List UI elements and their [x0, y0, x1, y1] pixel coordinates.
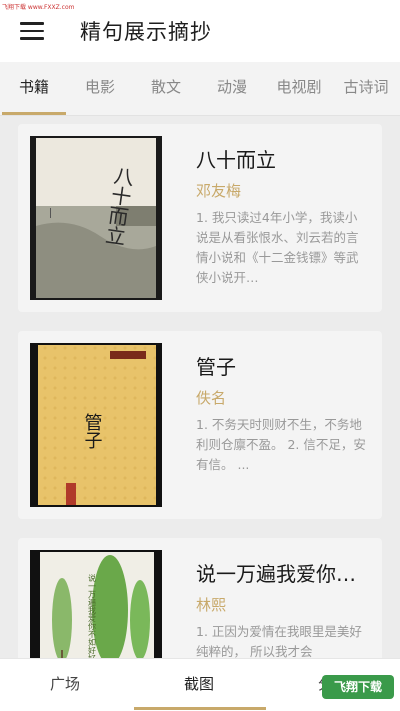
- tab-anime[interactable]: 动漫: [200, 62, 264, 116]
- book-cover-image: 管子: [30, 343, 162, 507]
- tab-movies[interactable]: 电影: [68, 62, 132, 116]
- book-author: 佚名: [196, 389, 227, 407]
- hamburger-menu-icon[interactable]: [20, 22, 44, 40]
- active-nav-indicator: [134, 707, 266, 710]
- book-card[interactable]: 管子 管子 佚名 1. 不务天时则财不生，不务地利则仓廪不盈。 2. 信不足，安…: [18, 331, 382, 519]
- category-tabs: 书籍 电影 散文 动漫 电视剧 古诗词: [0, 62, 400, 116]
- book-cover-image: 八十而立: [30, 136, 162, 300]
- watermark-logo: 飞翔下载: [322, 675, 394, 699]
- watermark-text: 飞翔下载 www.FXXZ.com: [2, 4, 75, 11]
- tab-poetry[interactable]: 古诗词: [334, 62, 398, 116]
- nav-plaza[interactable]: 广场: [50, 659, 80, 709]
- page-title: 精句展示摘抄: [80, 20, 212, 44]
- book-title: 八十而立: [196, 148, 276, 172]
- book-title: 说一万遍我爱你…: [196, 562, 356, 586]
- book-excerpt: 1. 我只读过4年小学，我读小说是从看张恨水、刘云若的言情小说和《十二金钱镖》等…: [196, 210, 359, 285]
- tab-books[interactable]: 书籍: [2, 62, 66, 116]
- book-card[interactable]: 说一万遍我爱你不如好好在 说一万遍我爱你… 林熙 1. 正因为爱情在我眼里是美好…: [18, 538, 382, 658]
- active-tab-indicator: [2, 112, 66, 115]
- nav-screenshots[interactable]: 截图: [184, 659, 214, 709]
- book-cover-image: 说一万遍我爱你不如好好在: [30, 550, 162, 658]
- book-list[interactable]: 八十而立 八十而立 邓友梅 1. 我只读过4年小学，我读小说是从看张恨水、刘云若…: [0, 116, 400, 658]
- book-author: 林熙: [196, 596, 227, 614]
- tab-essays[interactable]: 散文: [134, 62, 198, 116]
- book-card[interactable]: 八十而立 八十而立 邓友梅 1. 我只读过4年小学，我读小说是从看张恨水、刘云若…: [18, 124, 382, 312]
- book-excerpt: 1. 不务天时则财不生，不务地利则仓廪不盈。 2. 信不足，安有信。 ...: [196, 417, 366, 472]
- book-author: 邓友梅: [196, 182, 242, 200]
- tab-tv-series[interactable]: 电视剧: [266, 62, 332, 116]
- book-title: 管子: [196, 355, 236, 379]
- cover-title-text: 说一万遍我爱你不如好好在: [88, 573, 97, 658]
- bottom-navigation: 广场 截图 分类 飞翔下载: [0, 658, 400, 711]
- cover-title-text: 管子: [82, 413, 103, 449]
- book-excerpt: 1. 正因为爱情在我眼里是美好纯粹的， 所以我才会: [196, 624, 362, 658]
